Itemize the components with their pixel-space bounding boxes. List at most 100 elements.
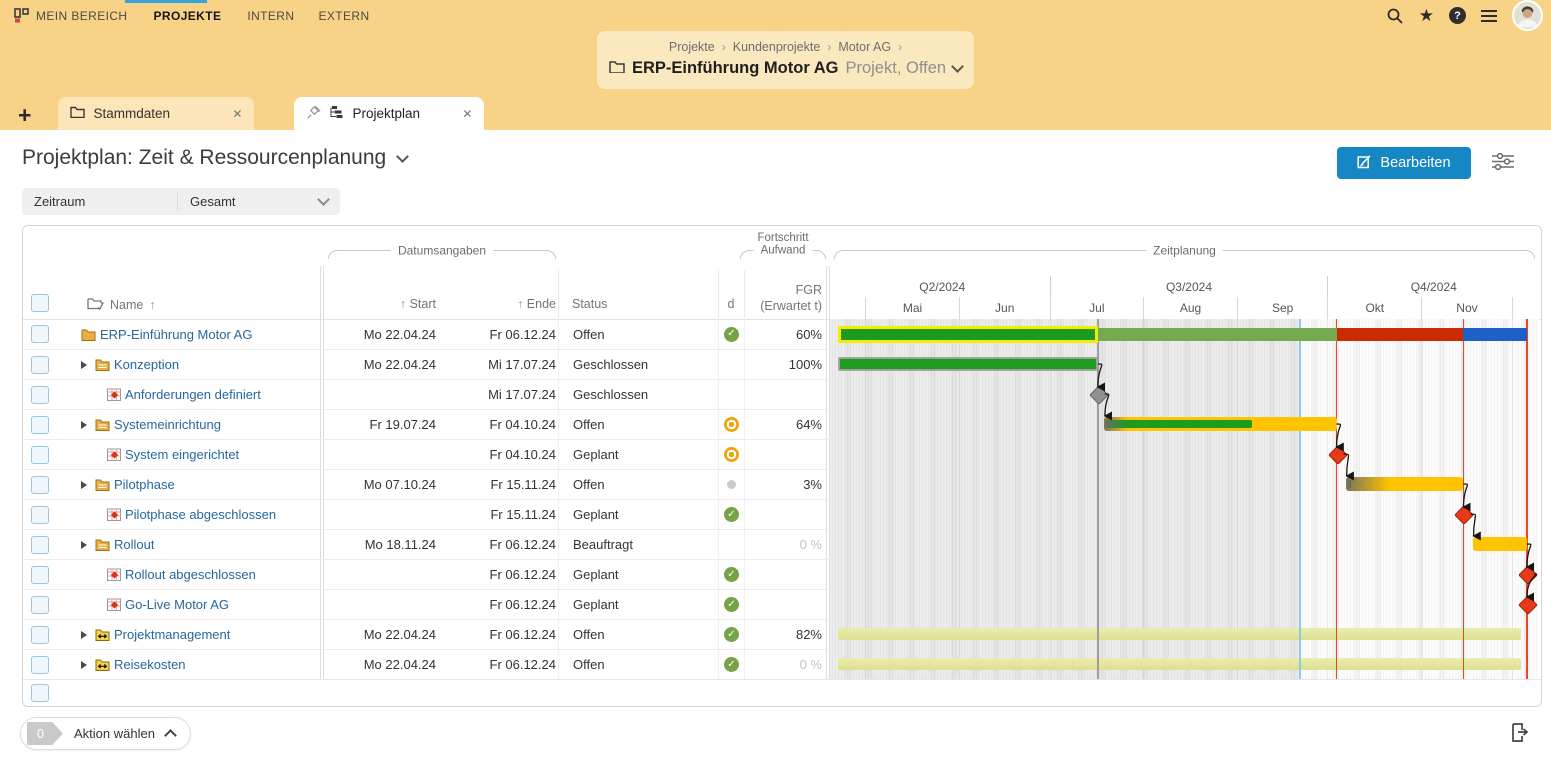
- column-header-fgr[interactable]: FGR (Erwartet t): [736, 282, 822, 315]
- help-icon[interactable]: ?: [1449, 7, 1466, 24]
- gantt-allocation-bar[interactable]: [838, 628, 1521, 640]
- gantt-allocation-bar[interactable]: [838, 658, 1521, 670]
- row-select-cell: [23, 500, 75, 529]
- breadcrumb-link-projekte[interactable]: Projekte: [669, 40, 715, 54]
- month-gridline: [1143, 319, 1144, 679]
- action-bar[interactable]: 0 Aktion wählen: [20, 717, 191, 750]
- app-logo-icon[interactable]: [14, 8, 29, 23]
- gantt-summary-segment[interactable]: [1463, 328, 1526, 341]
- task-name-link[interactable]: Pilotphase abgeschlossen: [125, 507, 276, 522]
- row-checkbox[interactable]: [31, 446, 49, 464]
- month-header-cell: [835, 297, 865, 319]
- gantt-bar[interactable]: [1104, 417, 1337, 431]
- start-date-cell: [324, 440, 438, 469]
- task-name-link[interactable]: Projektmanagement: [114, 627, 230, 642]
- tab-projektplan[interactable]: Projektplan ✕: [294, 97, 484, 130]
- select-all-checkbox[interactable]: [31, 294, 49, 312]
- row-checkbox[interactable]: [31, 506, 49, 524]
- expand-arrow-icon[interactable]: [81, 631, 87, 639]
- gantt-chart: [830, 319, 1539, 679]
- expand-arrow-icon[interactable]: [81, 361, 87, 369]
- task-name-link[interactable]: ERP-Einführung Motor AG: [100, 327, 252, 342]
- edit-button[interactable]: Bearbeiten: [1337, 147, 1471, 179]
- expand-arrow-icon[interactable]: [81, 421, 87, 429]
- edit-button-label: Bearbeiten: [1380, 155, 1450, 171]
- gantt-bar[interactable]: [838, 357, 1098, 371]
- status-cell: Geplant: [558, 440, 718, 469]
- close-icon[interactable]: ✕: [232, 107, 242, 121]
- month-header-cell: Nov: [1421, 297, 1512, 319]
- nav-extern[interactable]: EXTERN: [306, 9, 381, 23]
- view-selector-chevron-icon[interactable]: [396, 150, 409, 163]
- task-name-link[interactable]: Systemeinrichtung: [114, 417, 221, 432]
- row-checkbox[interactable]: [31, 476, 49, 494]
- task-name-link[interactable]: Pilotphase: [114, 477, 175, 492]
- hamburger-menu-icon[interactable]: [1481, 10, 1497, 22]
- gantt-summary-segment[interactable]: [1098, 328, 1337, 341]
- table-settings-icon[interactable]: [1492, 153, 1514, 175]
- user-avatar[interactable]: [1512, 0, 1543, 31]
- status-ok-icon: ✓: [724, 657, 739, 672]
- start-date-cell: [324, 380, 438, 409]
- nav-intern[interactable]: INTERN: [235, 9, 306, 23]
- row-checkbox[interactable]: [31, 566, 49, 584]
- chevron-down-icon[interactable]: [951, 60, 964, 73]
- column-header-ende[interactable]: ↑ Ende: [438, 297, 556, 311]
- filter-label: Zeitraum: [22, 193, 178, 210]
- gantt-bar[interactable]: [1473, 537, 1527, 551]
- favorites-star-icon[interactable]: ★: [1419, 7, 1434, 24]
- zeitraum-filter[interactable]: Zeitraum Gesamt: [22, 188, 340, 215]
- expand-arrow-icon[interactable]: [81, 541, 87, 549]
- export-icon[interactable]: [1509, 722, 1530, 748]
- pin-icon[interactable]: [306, 105, 321, 123]
- breadcrumb-link-kundenprojekte[interactable]: Kundenprojekte: [733, 40, 821, 54]
- gantt-summary-segment[interactable]: [1337, 328, 1464, 341]
- nav-mein-bereich[interactable]: MEIN BEREICH: [36, 9, 139, 23]
- row-checkbox[interactable]: [31, 325, 49, 343]
- row-checkbox[interactable]: [31, 536, 49, 554]
- row-checkbox[interactable]: [31, 626, 49, 644]
- nav-projekte[interactable]: PROJEKTE: [139, 9, 235, 23]
- row-checkbox[interactable]: [31, 596, 49, 614]
- task-name-link[interactable]: Anforderungen definiert: [125, 387, 261, 402]
- row-checkbox[interactable]: [31, 656, 49, 674]
- task-name-link[interactable]: Rollout abgeschlossen: [125, 567, 256, 582]
- fgr-cell: [744, 440, 826, 469]
- deadline-cell: ✓: [718, 620, 744, 649]
- gantt-summary-segment[interactable]: [838, 326, 1098, 343]
- chevron-up-icon[interactable]: [164, 729, 177, 742]
- column-header-name[interactable]: Name ↑: [87, 297, 156, 313]
- expand-arrow-icon[interactable]: [81, 661, 87, 669]
- row-checkbox[interactable]: [31, 356, 49, 374]
- task-name-link[interactable]: System eingerichtet: [125, 447, 239, 462]
- task-name-link[interactable]: Go-Live Motor AG: [125, 597, 229, 612]
- phase-icon: [95, 478, 110, 491]
- task-name-link[interactable]: Rollout: [114, 537, 154, 552]
- row-checkbox[interactable]: [31, 386, 49, 404]
- task-name-link[interactable]: Reisekosten: [114, 657, 186, 672]
- edit-pencil-icon: [1357, 154, 1372, 173]
- quarter-header-cell: Q3/2024: [1050, 276, 1328, 297]
- status-cell: Geplant: [558, 560, 718, 589]
- folder-icon: [70, 106, 85, 121]
- start-date-cell: Fr 19.07.24: [324, 410, 438, 439]
- milestone-date-line: [1336, 319, 1338, 679]
- breadcrumb-link-motor-ag[interactable]: Motor AG: [838, 40, 891, 54]
- new-tab-button[interactable]: +: [18, 104, 31, 127]
- project-title[interactable]: ERP-Einführung Motor AG: [632, 59, 839, 78]
- column-header-status[interactable]: Status: [572, 297, 607, 311]
- status-cell: Geplant: [558, 590, 718, 619]
- column-header-start[interactable]: ↑ Start: [324, 297, 436, 311]
- close-icon[interactable]: ✕: [462, 107, 472, 121]
- task-name-cell: Pilotphase: [75, 470, 320, 499]
- task-name-link[interactable]: Konzeption: [114, 357, 179, 372]
- gantt-bar[interactable]: [1346, 477, 1464, 491]
- fgr-cell: 3%: [744, 470, 826, 499]
- tab-stammdaten[interactable]: Stammdaten ✕: [58, 97, 254, 130]
- row-select-cell: [23, 620, 75, 649]
- row-checkbox[interactable]: [31, 416, 49, 434]
- expand-arrow-icon[interactable]: [81, 481, 87, 489]
- footer-row-checkbox[interactable]: [31, 684, 49, 702]
- search-icon[interactable]: [1386, 7, 1404, 25]
- deadline-cell: [718, 440, 744, 469]
